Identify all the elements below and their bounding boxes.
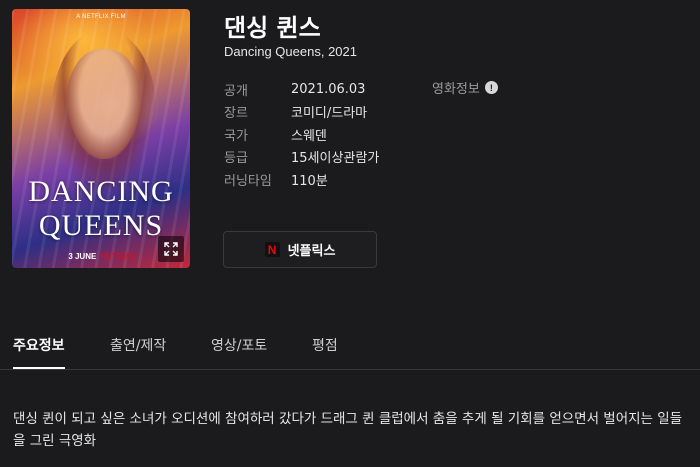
info-label: 국가 — [224, 128, 248, 144]
info-value: 코미디/드라마 — [291, 106, 368, 122]
netflix-watch-button[interactable]: N 넷플릭스 — [223, 231, 377, 268]
poster-title-line1: DANCING — [28, 175, 174, 208]
movie-info-list: 공개 2021.06.03 장르 코미디/드라마 국가 스웨덴 등급 15세이상… — [224, 78, 379, 191]
info-row-country: 국가 스웨덴 — [224, 123, 379, 146]
info-value: 110분 — [291, 173, 328, 189]
info-value: 스웨덴 — [291, 128, 327, 144]
movie-poster[interactable]: A NETFLIX FILM DANCING QUEENS 3 JUNE NETF… — [12, 9, 190, 268]
info-value: 2021.06.03 — [291, 81, 366, 97]
info-value: 15세이상관람가 — [291, 151, 380, 167]
info-row-genre: 장르 코미디/드라마 — [224, 101, 379, 124]
expand-poster-button[interactable] — [158, 236, 184, 262]
tab-cast-crew[interactable]: 출연/제작 — [110, 335, 166, 369]
poster-figure-face — [67, 49, 141, 159]
synopsis-text: 댄싱 퀸이 되고 싶은 소녀가 오디션에 참여하러 갔다가 드래그 퀸 클럽에서… — [13, 411, 683, 449]
detail-tabs: 주요정보 출연/제작 영상/포토 평점 — [0, 330, 700, 370]
info-row-runtime: 러닝타임 110분 — [224, 168, 379, 191]
info-row-rating: 등급 15세이상관람가 — [224, 146, 379, 169]
info-label: 장르 — [224, 106, 248, 122]
poster-brand: NETFLIX — [100, 252, 134, 261]
poster-release-date: 3 JUNE — [68, 252, 97, 261]
tab-reviews[interactable]: 평점 — [312, 335, 338, 369]
movie-title: 댄싱 퀸스 — [224, 14, 321, 42]
tab-main-info[interactable]: 주요정보 — [13, 335, 65, 369]
info-label: 등급 — [224, 151, 248, 167]
info-icon: ! — [484, 81, 498, 94]
poster-top-text: A NETFLIX FILM — [76, 14, 126, 20]
expand-icon — [164, 242, 178, 256]
info-label: 공개 — [224, 83, 248, 99]
poster-title: DANCING QUEENS — [12, 175, 190, 243]
movie-info-label: 영화정보 — [432, 82, 480, 97]
movie-info-link[interactable]: 영화정보 ! — [432, 78, 498, 97]
info-row-release: 공개 2021.06.03 — [224, 78, 379, 101]
movie-original-title: Dancing Queens, 2021 — [224, 44, 357, 59]
netflix-logo-icon: N — [264, 242, 280, 257]
info-label: 러닝타임 — [224, 173, 272, 189]
netflix-watch-label: 넷플릭스 — [287, 244, 336, 259]
tab-video-photo[interactable]: 영상/포토 — [211, 335, 267, 369]
